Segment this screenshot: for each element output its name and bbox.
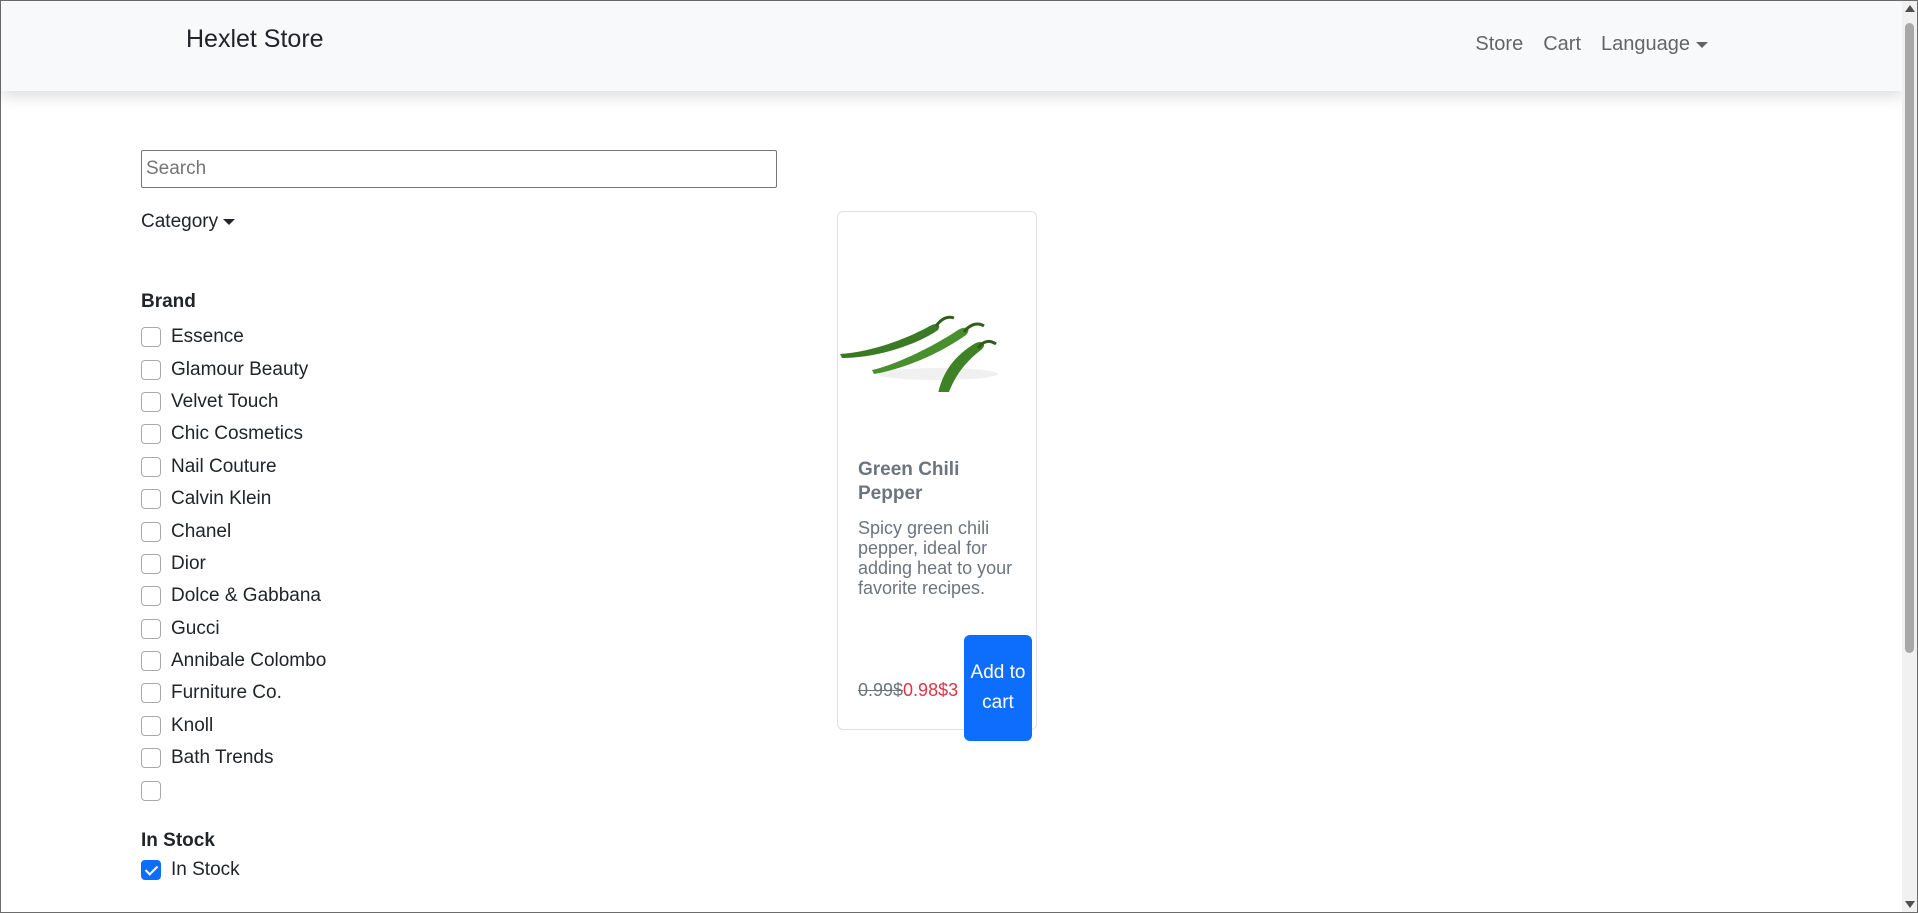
checkbox[interactable] [141, 586, 161, 607]
brand-option-label: Glamour Beauty [171, 358, 309, 380]
old-price: 0.99$ [858, 680, 904, 700]
brand-option-label: Gucci [171, 617, 220, 639]
caret-down-icon [1696, 41, 1708, 48]
brand-option-label: Knoll [171, 714, 214, 736]
price-extra: 3 [948, 680, 959, 700]
brand-option[interactable]: Chanel [141, 515, 326, 547]
brand-option[interactable]: Calvin Klein [141, 483, 326, 515]
caret-down-icon [223, 219, 236, 225]
brand-option[interactable]: Chic Cosmetics [141, 418, 326, 450]
brand-option-label: Annibale Colombo [171, 650, 327, 672]
brand-option[interactable]: Dior [141, 548, 326, 580]
brand-option[interactable] [141, 774, 326, 806]
checkbox[interactable] [141, 391, 161, 412]
in-stock-checkbox[interactable] [141, 860, 161, 881]
brand-filter-list: Essence Glamour Beauty Velvet Touch Chic… [141, 321, 326, 807]
brand-option-label: Bath Trends [171, 747, 274, 769]
product-description: Spicy green chili pepper, ideal for addi… [858, 518, 1013, 598]
brand-option-label: Chic Cosmetics [171, 423, 303, 445]
green-chili-pepper-icon [840, 315, 998, 392]
in-stock-option[interactable]: In Stock [141, 854, 240, 886]
brand-option[interactable]: Essence [141, 321, 326, 353]
language-dropdown[interactable]: Language [1601, 33, 1708, 56]
nav-cart-link[interactable]: Cart [1543, 33, 1581, 56]
scroll-thumb[interactable] [1905, 23, 1914, 653]
brand-option[interactable]: Annibale Colombo [141, 645, 326, 677]
brand-option-label: Nail Couture [171, 455, 277, 477]
category-label: Category [141, 211, 219, 232]
checkbox[interactable] [141, 618, 161, 639]
in-stock-label: In Stock [171, 859, 240, 881]
product-price: 0.99$0.98$3 [858, 680, 958, 701]
brand-option[interactable]: Furniture Co. [141, 677, 326, 709]
brand-option-label: Calvin Klein [171, 488, 272, 510]
brand-option[interactable]: Glamour Beauty [141, 353, 326, 385]
nav-store-link[interactable]: Store [1475, 33, 1523, 56]
checkbox[interactable] [141, 553, 161, 574]
brand-option[interactable]: Dolce & Gabbana [141, 580, 326, 612]
checkbox[interactable] [141, 327, 161, 348]
checkbox[interactable] [141, 489, 161, 510]
product-title: Green Chili Pepper [858, 459, 960, 504]
checkbox[interactable] [141, 780, 161, 801]
brand-option-label: Dolce & Gabbana [171, 585, 321, 607]
search-input[interactable] [141, 150, 777, 188]
brand-option-label: Velvet Touch [171, 390, 279, 412]
checkbox[interactable] [141, 359, 161, 380]
scroll-up-icon[interactable] [1905, 5, 1915, 12]
brand-option-label: Chanel [171, 520, 232, 542]
vertical-scrollbar[interactable] [1902, 1, 1917, 912]
brand-option[interactable]: Bath Trends [141, 742, 326, 774]
checkbox[interactable] [141, 748, 161, 769]
brand-option-label: Furniture Co. [171, 682, 282, 704]
nav-links: Store Cart Language [1475, 33, 1708, 56]
checkbox[interactable] [141, 456, 161, 477]
add-to-cart-button[interactable]: Add to cart [964, 635, 1032, 741]
brand-link[interactable]: Hexlet Store [186, 25, 324, 54]
sale-price: 0.98$ [903, 680, 949, 700]
language-label: Language [1601, 33, 1690, 55]
checkbox[interactable] [141, 651, 161, 672]
brand-option-label: Essence [171, 326, 244, 348]
category-dropdown[interactable]: Category [141, 211, 236, 233]
navbar: Hexlet Store Store Cart Language [1, 1, 1903, 91]
stock-filter-title: In Stock [141, 830, 215, 851]
brand-option[interactable]: Nail Couture [141, 451, 326, 483]
brand-option[interactable]: Velvet Touch [141, 386, 326, 418]
brand-option[interactable]: Gucci [141, 613, 326, 645]
scroll-down-icon[interactable] [1905, 901, 1915, 908]
brand-option-label: Dior [171, 552, 206, 574]
checkbox[interactable] [141, 521, 161, 542]
brand-option[interactable]: Knoll [141, 710, 326, 742]
brand-filter-title: Brand [141, 291, 196, 312]
checkbox[interactable] [141, 424, 161, 445]
checkbox[interactable] [141, 683, 161, 704]
checkbox[interactable] [141, 715, 161, 736]
